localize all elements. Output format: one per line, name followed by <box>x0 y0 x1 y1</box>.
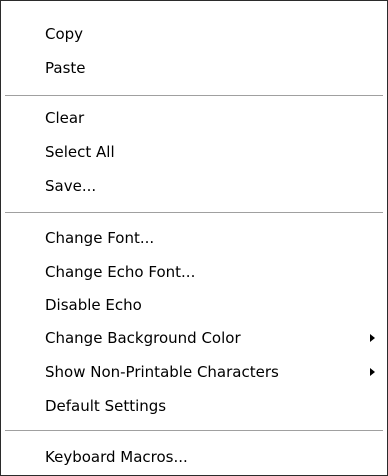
menu-item-copy[interactable]: Copy <box>1 19 387 49</box>
menu-item-label: Keyboard Macros... <box>45 448 188 466</box>
menu-item-label: Clear <box>45 109 85 127</box>
menu-separator <box>5 95 383 97</box>
menu-item-label: Copy <box>45 25 84 43</box>
menu-item-label: Change Background Color <box>45 329 241 347</box>
menu-item-label: Change Font... <box>45 229 155 247</box>
menu-separator <box>5 212 383 214</box>
context-menu: Copy Paste Clear Select All Save... Chan… <box>0 0 388 476</box>
menu-item-change-echo-font[interactable]: Change Echo Font... <box>1 257 387 287</box>
menu-item-default-settings[interactable]: Default Settings <box>1 391 387 421</box>
menu-item-label: Paste <box>45 59 86 77</box>
menu-item-label: Disable Echo <box>45 296 142 314</box>
menu-separator <box>5 430 383 432</box>
menu-item-label: Show Non-Printable Characters <box>45 363 279 381</box>
chevron-right-icon <box>370 368 375 376</box>
menu-item-disable-echo[interactable]: Disable Echo <box>1 290 387 320</box>
menu-item-show-non-printable-characters[interactable]: Show Non-Printable Characters <box>1 357 387 387</box>
menu-item-select-all[interactable]: Select All <box>1 137 387 167</box>
menu-item-change-background-color[interactable]: Change Background Color <box>1 323 387 353</box>
menu-item-label: Default Settings <box>45 397 167 415</box>
menu-item-label: Change Echo Font... <box>45 263 196 281</box>
menu-item-change-font[interactable]: Change Font... <box>1 223 387 253</box>
menu-item-paste[interactable]: Paste <box>1 53 387 83</box>
menu-item-save[interactable]: Save... <box>1 171 387 201</box>
menu-item-clear[interactable]: Clear <box>1 103 387 133</box>
menu-item-label: Save... <box>45 177 97 195</box>
menu-item-keyboard-macros[interactable]: Keyboard Macros... <box>1 442 387 472</box>
menu-item-label: Select All <box>45 143 115 161</box>
chevron-right-icon <box>370 334 375 342</box>
